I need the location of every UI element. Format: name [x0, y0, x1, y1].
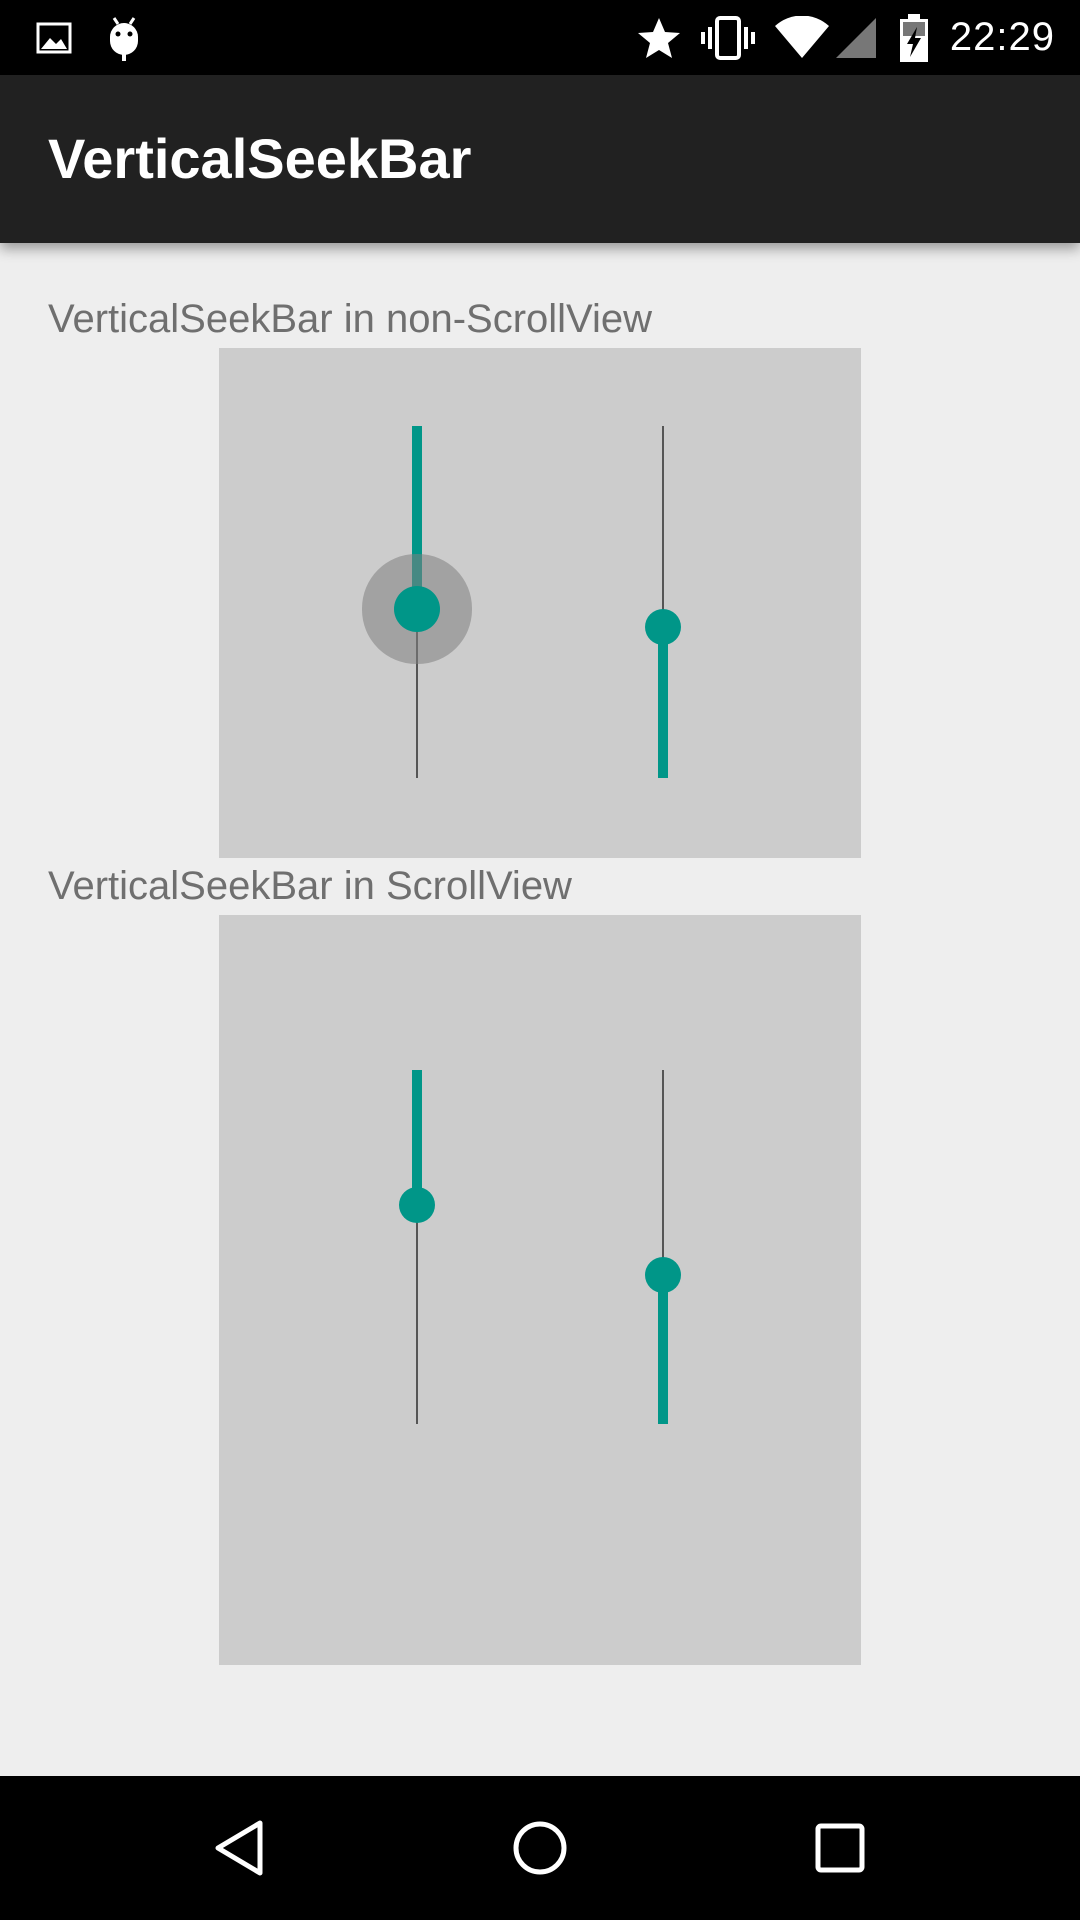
image-notification-icon: [34, 0, 74, 75]
back-icon: [215, 1820, 263, 1876]
seekbar-progress: [412, 426, 422, 610]
page-title: VerticalSeekBar: [48, 127, 472, 190]
navigation-bar: [0, 1776, 1080, 1920]
seekbar-thumb[interactable]: [645, 1257, 681, 1294]
seekbar-progress: [412, 1070, 422, 1205]
vibrate-icon: [700, 0, 756, 75]
app-toolbar: VerticalSeekBar: [0, 75, 1080, 243]
status-clock: 22:29: [949, 15, 1055, 59]
section-label-non-scrollview: VerticalSeekBar in non-ScrollView: [48, 297, 653, 341]
seekbar-panel-non-scrollview: [219, 348, 861, 858]
recents-icon: [815, 1823, 865, 1873]
home-icon: [513, 1821, 567, 1875]
vertical-seekbar-1[interactable]: [377, 426, 457, 778]
seekbar-thumb[interactable]: [399, 1186, 435, 1223]
seekbar-progress: [658, 1275, 668, 1424]
status-bar: 22:29: [0, 0, 1080, 75]
signal-icon: [832, 0, 880, 75]
back-button[interactable]: [180, 1776, 300, 1920]
vertical-seekbar-4[interactable]: [623, 1070, 703, 1424]
recents-button[interactable]: [780, 1776, 900, 1920]
wifi-icon: [772, 0, 832, 75]
battery-charging-icon: [894, 0, 934, 75]
seekbar-progress: [658, 626, 668, 778]
star-icon: [634, 0, 684, 75]
home-button[interactable]: [480, 1776, 600, 1920]
vertical-seekbar-3[interactable]: [377, 1070, 457, 1424]
seekbar-thumb[interactable]: [394, 586, 440, 633]
vertical-seekbar-2[interactable]: [623, 426, 703, 778]
seekbar-panel-scrollview[interactable]: [219, 915, 861, 1665]
section-label-scrollview: VerticalSeekBar in ScrollView: [48, 864, 572, 908]
seekbar-thumb[interactable]: [645, 608, 681, 645]
android-debug-icon: [104, 0, 144, 75]
